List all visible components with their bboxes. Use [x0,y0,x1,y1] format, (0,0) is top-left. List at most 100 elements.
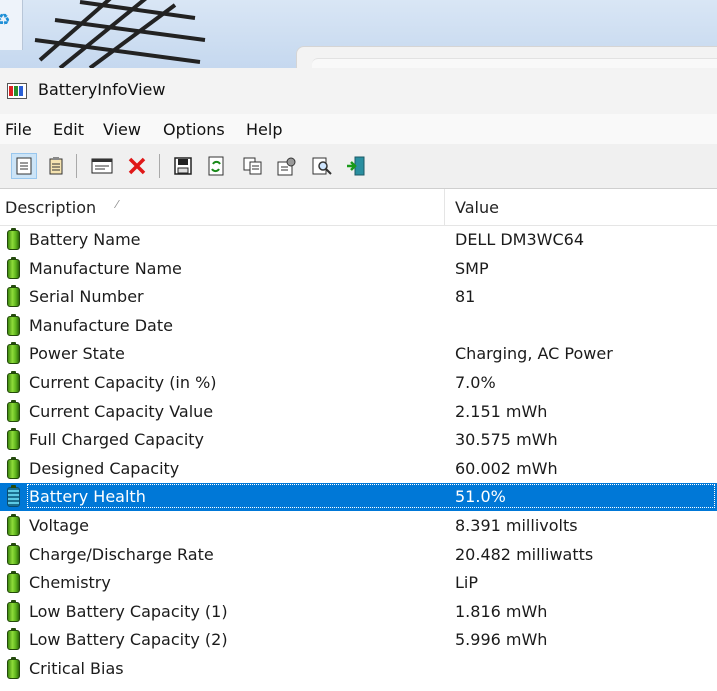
table-row[interactable]: Critical Bias [0,655,717,683]
table-row[interactable]: Full Charged Capacity 30.575 mWh [0,426,717,454]
row-description: Charge/Discharge Rate [29,544,214,564]
table-row[interactable]: Chemistry LiP [0,569,717,597]
window-title: BatteryInfoView [38,80,166,99]
menu-help[interactable]: Help [246,120,282,139]
battery-icon [7,285,20,308]
background-window-content [312,58,717,68]
row-description: Power State [29,344,125,364]
battery-icon [7,657,20,679]
exit-door-icon [347,156,365,176]
row-value: 2.151 mWh [455,401,548,421]
battery-icon [7,399,20,422]
row-value: 8.391 millivolts [455,516,578,535]
row-description: Critical Bias [29,659,124,678]
row-description: Current Capacity (in %) [29,373,217,392]
properties-window-icon [91,158,113,174]
exit-button[interactable] [343,153,369,179]
html-report-all-button[interactable] [43,153,69,179]
column-header-description[interactable]: Description [5,198,96,217]
row-description: Manufacture Date [29,315,173,335]
battery-app-icon [7,83,27,99]
html-report-selected-button[interactable] [11,153,37,179]
table-row[interactable]: Manufacture Date [0,312,717,340]
row-value: 30.575 mWh [455,430,558,450]
row-description: Low Battery Capacity (1) [29,601,228,621]
refresh-button[interactable] [203,153,229,179]
save-button[interactable] [170,153,196,179]
menu-file[interactable]: File [5,120,32,139]
row-value: 7.0% [455,373,496,392]
delete-button[interactable] [124,153,150,179]
battery-icon [7,514,20,536]
battery-icon [7,313,20,336]
copy-button[interactable] [240,153,266,179]
battery-icon [7,256,20,279]
table-row[interactable]: Battery Name DELL DM3WC64 [0,226,717,254]
delete-red-x-icon [128,157,146,175]
menu-edit[interactable]: Edit [53,120,84,139]
toolbar-separator [159,154,160,178]
battery-icon [7,628,20,651]
battery-icon [7,342,20,365]
row-value: DELL DM3WC64 [455,230,584,249]
battery-icon [7,228,20,250]
save-floppy-icon [174,157,192,175]
table-row[interactable]: Charge/Discharge Rate 20.482 milliwatts [0,541,717,569]
row-description: Manufacture Name [29,258,182,278]
row-value: 1.816 mWh [455,601,548,621]
advanced-options-icon [277,157,296,176]
focus-rectangle [27,484,715,509]
battery-icon [7,371,20,393]
table-row[interactable]: Current Capacity (in %) 7.0% [0,369,717,397]
battery-info-list[interactable]: Description ⁄ Value Battery Name DELL DM3… [0,189,717,691]
table-row[interactable]: Low Battery Capacity (2) 5.996 mWh [0,626,717,654]
table-row[interactable]: Manufacture Name SMP [0,255,717,283]
battery-icon [7,542,20,565]
battery-icon [7,428,20,451]
row-value: 5.996 mWh [455,630,548,650]
sort-indicator-icon: ⁄ [116,198,118,211]
row-description: Designed Capacity [29,458,180,478]
row-description: Voltage [29,516,90,535]
table-row[interactable]: Battery Health 51.0% [0,483,717,512]
table-row[interactable]: Voltage 8.391 millivolts [0,512,717,540]
app-window: BatteryInfoView File Edit View Options H… [0,68,717,691]
table-row[interactable]: Power State Charging, AC Power [0,340,717,368]
column-divider[interactable] [444,189,445,225]
properties-button[interactable] [89,153,115,179]
menu-bar: File Edit View Options Help [0,114,717,144]
toolbar [0,144,717,189]
refresh-icon [208,156,224,176]
row-description: Chemistry [29,573,111,593]
advanced-options-button[interactable] [274,153,300,179]
copy-icon [243,157,262,175]
row-value: 20.482 milliwatts [455,544,594,564]
table-row[interactable]: Low Battery Capacity (1) 1.816 mWh [0,598,717,626]
table-row[interactable]: Designed Capacity 60.002 mWh [0,455,717,483]
html-report-selected-icon [16,157,32,175]
row-description: Serial Number [29,287,144,307]
menu-view[interactable]: View [103,120,141,139]
toolbar-separator [76,154,77,178]
list-header: Description ⁄ Value [0,189,717,226]
table-row[interactable]: Current Capacity Value 2.151 mWh [0,398,717,426]
battery-icon [7,485,20,508]
row-description: Full Charged Capacity [29,430,205,450]
find-button[interactable] [309,153,335,179]
row-value: LiP [455,573,479,593]
row-value: 60.002 mWh [455,458,558,478]
row-description: Battery Name [29,230,141,249]
column-header-value[interactable]: Value [455,198,499,217]
desktop-background: ♻ [0,0,717,68]
row-description: Current Capacity Value [29,401,214,421]
find-magnifier-icon [312,157,332,175]
battery-icon [7,571,20,594]
table-row[interactable]: Serial Number 81 [0,283,717,311]
title-bar[interactable]: BatteryInfoView [0,68,717,114]
row-description: Low Battery Capacity (2) [29,630,228,650]
battery-icon [7,599,20,622]
battery-icon [7,456,20,479]
menu-options[interactable]: Options [163,120,225,139]
html-report-all-icon [49,157,63,175]
row-value: 81 [455,287,476,307]
